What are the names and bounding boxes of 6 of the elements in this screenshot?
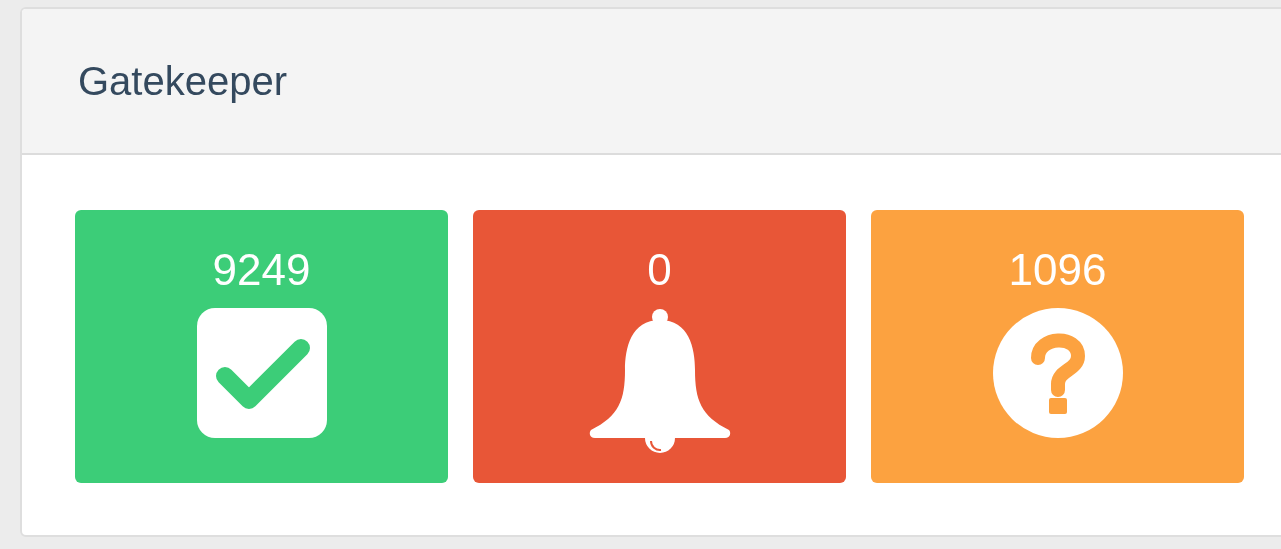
- checkbox-icon: [196, 308, 327, 438]
- panel-title: Gatekeeper: [78, 61, 288, 101]
- stat-count: 1096: [1008, 248, 1107, 292]
- stat-count: 9249: [212, 248, 311, 292]
- question-icon: [992, 308, 1123, 438]
- stat-count: 0: [647, 248, 672, 292]
